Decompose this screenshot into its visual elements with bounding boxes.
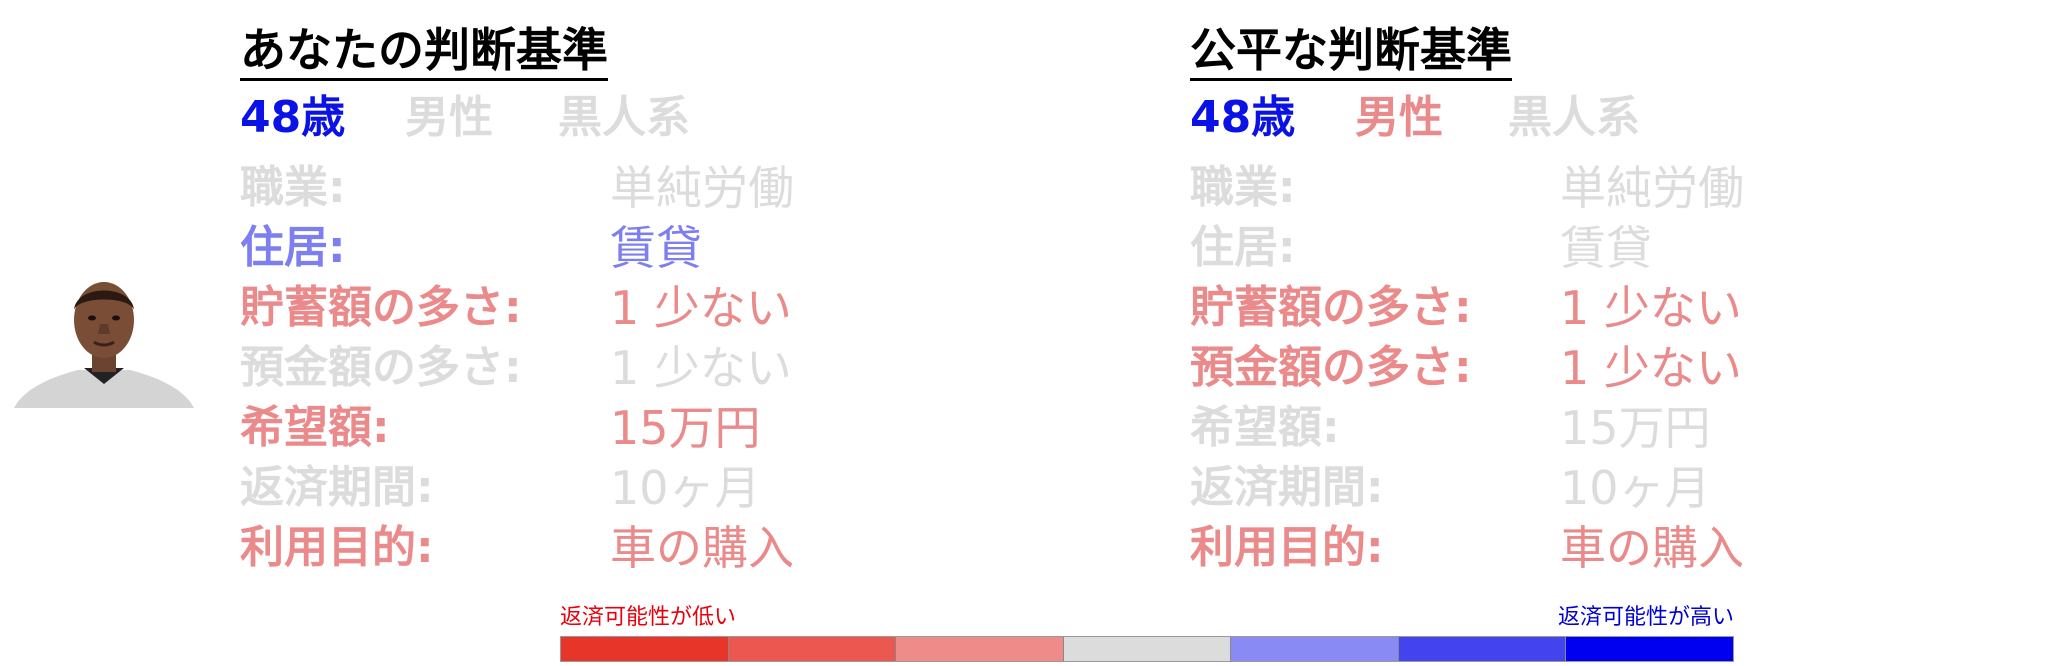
- legend-low-label: 返済可能性が低い: [560, 605, 737, 630]
- legend-high-label: 返済可能性が高い: [1557, 605, 1734, 630]
- attribute-row-purpose: 利用目的: 車の購入: [240, 518, 960, 578]
- attribute-value: 1 少ない: [1560, 341, 1742, 395]
- attribute-label: 利用目的:: [240, 522, 434, 573]
- sex-label: 男性: [1355, 92, 1443, 143]
- sex-label: 男性: [405, 92, 493, 143]
- scale-segment: [728, 637, 897, 661]
- fair-criteria-panel: 公平な判断基準 48歳 男性 黒人系 職業: 単純労働 住居: 賃貸 貯蓄額の多…: [1190, 0, 1910, 580]
- attribute-row-term: 返済期間: 10ヶ月: [1190, 458, 1910, 518]
- panel-title: あなたの判断基準: [240, 22, 608, 81]
- attribute-list: 職業: 単純労働 住居: 賃貸 貯蓄額の多さ: 1 少ない 預金額の多さ: 1 …: [240, 158, 960, 578]
- attribute-label: 預金額の多さ:: [1190, 342, 1472, 393]
- scale-segment: [896, 637, 1064, 661]
- scale-segment: [561, 637, 729, 661]
- attribute-label: 住居:: [1190, 222, 1296, 273]
- attribute-label: 返済期間:: [1190, 462, 1384, 513]
- attribute-label: 預金額の多さ:: [240, 342, 522, 393]
- attribute-row-deposits: 預金額の多さ: 1 少ない: [1190, 338, 1910, 398]
- attribute-label: 希望額:: [240, 402, 390, 453]
- attribute-row-occupation: 職業: 単純労働: [240, 158, 960, 218]
- attribute-label: 職業:: [240, 162, 346, 213]
- attribute-label: 希望額:: [1190, 402, 1340, 453]
- attribute-label: 職業:: [1190, 162, 1296, 213]
- scale-segment: [1063, 637, 1232, 661]
- attribute-row-occupation: 職業: 単純労働: [1190, 158, 1910, 218]
- attribute-value: 賃貸: [610, 221, 702, 275]
- your-criteria-panel: あなたの判断基準 48歳 男性 黒人系 職業: 単純労働 住居: 賃貸 貯蓄額の…: [240, 0, 960, 580]
- scale-segment: [1398, 637, 1567, 661]
- scale-segment: [1566, 637, 1734, 661]
- attribute-value: 1 少ない: [610, 341, 792, 395]
- person-photo-icon: [14, 282, 194, 408]
- attribute-row-amount: 希望額: 15万円: [240, 398, 960, 458]
- attribute-label: 貯蓄額の多さ:: [240, 282, 522, 333]
- attribute-value: 10ヶ月: [610, 461, 761, 515]
- attribute-value: 1 少ない: [1560, 281, 1742, 335]
- attribute-row-purpose: 利用目的: 車の購入: [1190, 518, 1910, 578]
- age-label: 48歳: [240, 92, 346, 143]
- attribute-value: 15万円: [1560, 401, 1711, 455]
- panel-title: 公平な判断基準: [1190, 22, 1512, 81]
- attribute-value: 賃貸: [1560, 221, 1652, 275]
- attribute-label: 住居:: [240, 222, 346, 273]
- attribute-row-housing: 住居: 賃貸: [240, 218, 960, 278]
- color-scale-bar: [560, 636, 1734, 662]
- attribute-label: 利用目的:: [1190, 522, 1384, 573]
- avatar: [14, 276, 194, 408]
- attribute-label: 貯蓄額の多さ:: [1190, 282, 1472, 333]
- attribute-label: 返済期間:: [240, 462, 434, 513]
- attribute-value: 単純労働: [1560, 161, 1744, 215]
- race-label: 黒人系: [558, 92, 690, 143]
- attribute-row-savings: 貯蓄額の多さ: 1 少ない: [240, 278, 960, 338]
- attribute-list: 職業: 単純労働 住居: 賃貸 貯蓄額の多さ: 1 少ない 預金額の多さ: 1 …: [1190, 158, 1910, 578]
- attribute-value: 単純労働: [610, 161, 794, 215]
- attribute-value: 10ヶ月: [1560, 461, 1711, 515]
- attribute-row-amount: 希望額: 15万円: [1190, 398, 1910, 458]
- age-label: 48歳: [1190, 92, 1296, 143]
- scale-segment: [1231, 637, 1399, 661]
- race-label: 黒人系: [1508, 92, 1640, 143]
- attribute-value: 車の購入: [1560, 521, 1744, 575]
- attribute-row-savings: 貯蓄額の多さ: 1 少ない: [1190, 278, 1910, 338]
- attribute-value: 車の購入: [610, 521, 794, 575]
- attribute-row-housing: 住居: 賃貸: [1190, 218, 1910, 278]
- attribute-value: 15万円: [610, 401, 761, 455]
- attribute-value: 1 少ない: [610, 281, 792, 335]
- attribute-row-term: 返済期間: 10ヶ月: [240, 458, 960, 518]
- attribute-row-deposits: 預金額の多さ: 1 少ない: [240, 338, 960, 398]
